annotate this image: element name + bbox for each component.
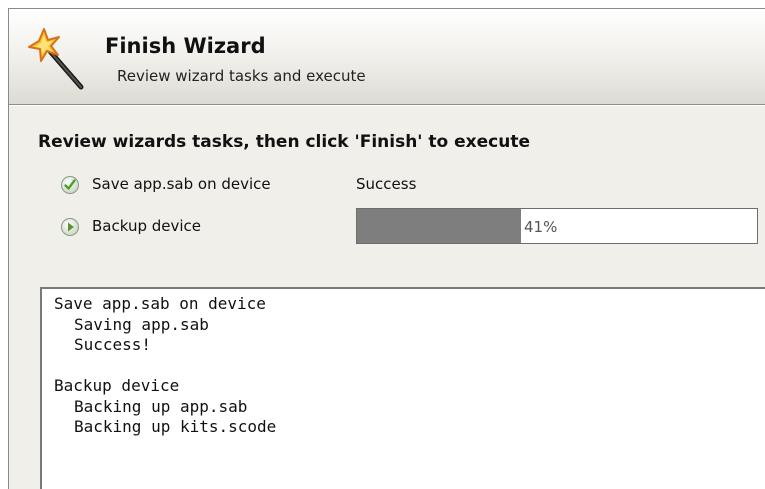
play-circle-icon bbox=[61, 218, 79, 236]
log-line: Backup device bbox=[54, 376, 180, 395]
task-log[interactable]: Save app.sab on device Saving app.sab Succ… bbox=[40, 287, 765, 489]
log-line: Saving app.sab bbox=[74, 314, 209, 334]
task-label-save: Save app.sab on device bbox=[92, 175, 271, 193]
log-line: Save app.sab on device bbox=[54, 294, 266, 313]
task-label-backup: Backup device bbox=[92, 217, 202, 235]
log-line: Success! bbox=[74, 335, 152, 354]
wizard-window: Finish Wizard Review wizard tasks and ex… bbox=[0, 0, 765, 489]
log-line: Backing up app.sab bbox=[74, 396, 248, 416]
progress-percent-text: 41% bbox=[524, 218, 558, 236]
instructions-heading: Review wizards tasks, then click 'Finish… bbox=[38, 132, 531, 152]
magic-wand-icon bbox=[28, 28, 84, 90]
check-circle-icon bbox=[61, 176, 79, 194]
backup-progress-bar: 41% bbox=[356, 208, 758, 244]
wizard-title: Finish Wizard bbox=[105, 34, 266, 58]
wizard-subtitle: Review wizard tasks and execute bbox=[117, 67, 366, 85]
log-line: Backing up kits.scode bbox=[74, 417, 277, 436]
progress-fill bbox=[357, 209, 521, 243]
task-status-save: Success bbox=[356, 175, 417, 193]
